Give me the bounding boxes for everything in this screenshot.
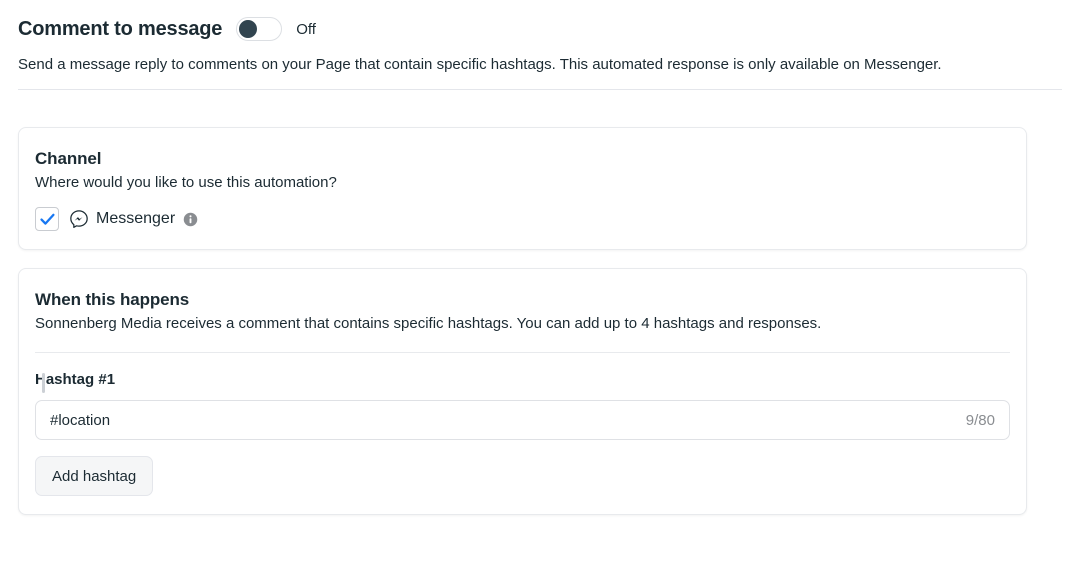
toggle-knob bbox=[239, 20, 257, 38]
hashtag-input[interactable]: #location 9/80 bbox=[35, 400, 1010, 440]
trigger-card-subtitle: Sonnenberg Media receives a comment that… bbox=[35, 313, 1010, 334]
messenger-text: Messenger bbox=[96, 211, 175, 227]
hashtag-input-value: #location bbox=[50, 413, 966, 428]
messenger-option-label: Messenger bbox=[69, 209, 198, 229]
toggle-state-label: Off bbox=[296, 22, 316, 37]
hashtag-field-label: Hashtag #1 bbox=[35, 370, 1010, 390]
page-title: Comment to message bbox=[18, 19, 222, 39]
automation-description: Send a message reply to comments on your… bbox=[18, 55, 1062, 75]
add-hashtag-button[interactable]: Add hashtag bbox=[35, 456, 153, 496]
trigger-card-divider bbox=[35, 352, 1010, 353]
channel-card-title: Channel bbox=[35, 148, 1010, 170]
messenger-icon bbox=[69, 209, 89, 229]
channel-card: Channel Where would you like to use this… bbox=[18, 127, 1027, 250]
hashtag-char-counter: 9/80 bbox=[966, 413, 995, 428]
automation-toggle[interactable] bbox=[236, 17, 282, 41]
trigger-card-title: When this happens bbox=[35, 289, 1010, 311]
channel-card-subtitle: Where would you like to use this automat… bbox=[35, 172, 1010, 193]
header-title-row: Comment to message Off bbox=[18, 12, 1062, 46]
channel-option-messenger[interactable]: Messenger bbox=[35, 207, 1010, 231]
messenger-checkbox[interactable] bbox=[35, 207, 59, 231]
automation-header: Comment to message Off Send a message re… bbox=[0, 0, 1080, 90]
trigger-card: When this happens Sonnenberg Media recei… bbox=[18, 268, 1027, 515]
automation-cards: Channel Where would you like to use this… bbox=[0, 90, 1080, 515]
info-icon[interactable] bbox=[183, 212, 198, 227]
check-icon bbox=[39, 211, 56, 228]
card-connector-line bbox=[42, 373, 45, 393]
